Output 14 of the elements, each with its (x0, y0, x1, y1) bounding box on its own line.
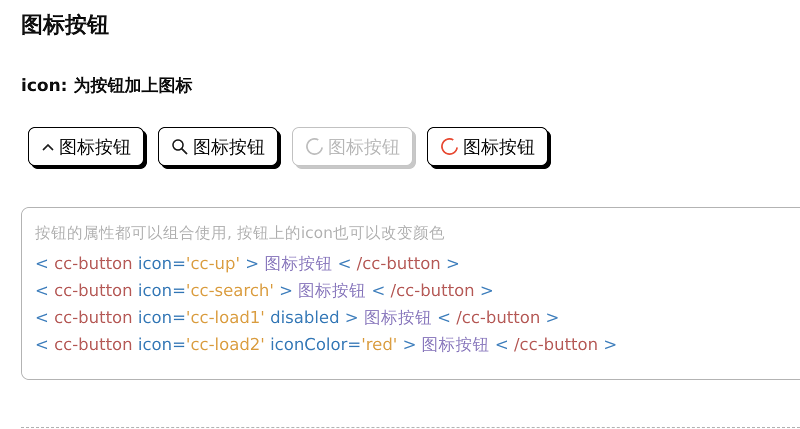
code-line: < cc-button icon='cc-up' > 图标按钮 < /cc-button > (35, 253, 460, 275)
code-line: < cc-button icon='cc-load2' iconColor='red' > 图标按钮 < /cc-button > (35, 334, 618, 356)
search-icon (171, 138, 189, 156)
spinner-icon (305, 137, 324, 156)
icon-button[interactable]: 图标按钮 (28, 127, 144, 166)
code-line: < cc-button icon='cc-load1' disabled > 图标按钮 < /cc-button > (35, 307, 560, 329)
chevron-up-icon (41, 142, 55, 152)
page-title: 图标按钮 (21, 12, 109, 40)
code-line: < cc-button icon='cc-search' > 图标按钮 < /cc-button > (35, 280, 494, 302)
icon-button[interactable]: 图标按钮 (158, 127, 278, 166)
icon-button[interactable]: 图标按钮 (427, 127, 548, 166)
section-heading: icon: 为按钮加上图标 (21, 75, 192, 97)
spinner-icon (440, 137, 459, 156)
code-note: 按钮的属性都可以组合使用, 按钮上的icon也可以改变颜色 (35, 223, 445, 244)
